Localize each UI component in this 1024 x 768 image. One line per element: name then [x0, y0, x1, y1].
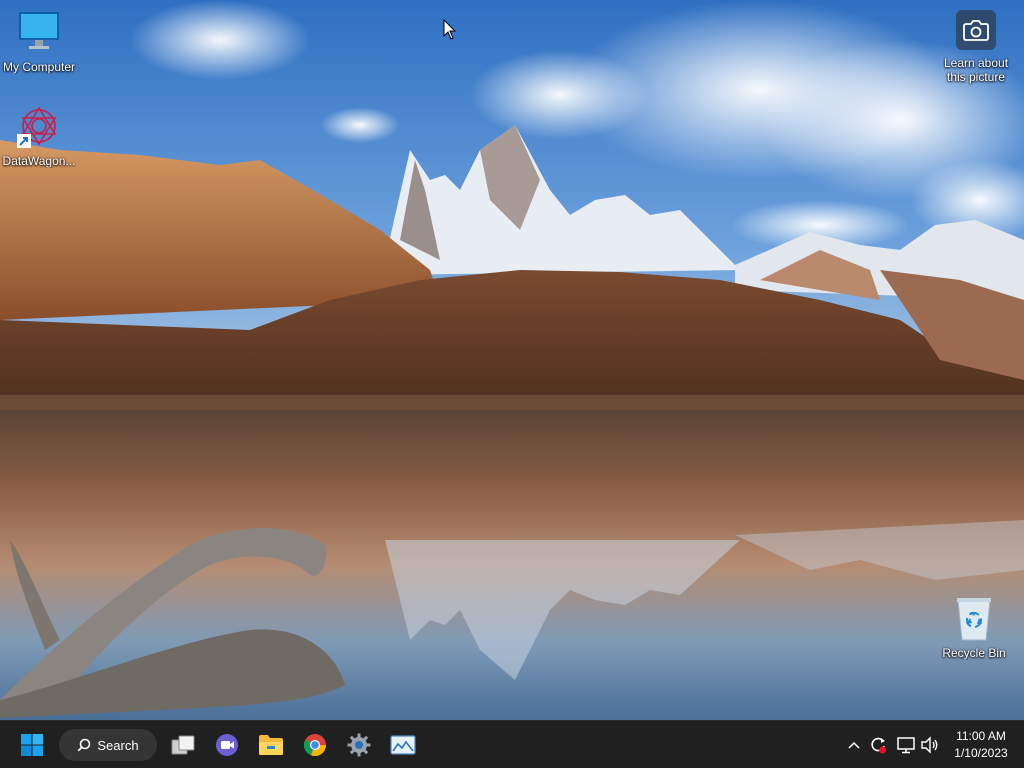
search-icon	[77, 738, 91, 752]
task-view-icon	[171, 735, 195, 755]
clock-date: 1/10/2023	[954, 746, 1008, 760]
desktop-wallpaper	[0, 0, 1024, 720]
desktop-icon-my-computer[interactable]: My Computer	[0, 10, 81, 74]
taskbar-app-photos[interactable]	[385, 727, 421, 763]
recycle-bin-icon	[950, 596, 998, 644]
show-hidden-icons-button[interactable]	[844, 735, 864, 755]
search-label: Search	[97, 737, 139, 753]
clock-time: 11:00 AM	[956, 729, 1006, 743]
monitor-icon	[15, 10, 63, 58]
datawagon-app-icon	[15, 104, 63, 152]
chrome-icon	[303, 734, 327, 757]
speaker-icon	[921, 736, 938, 754]
taskbar-search-button[interactable]: Search	[59, 729, 157, 761]
tray-network-button[interactable]	[896, 735, 916, 755]
image-viewer-icon	[390, 735, 416, 755]
gear-icon	[347, 733, 371, 757]
taskbar-app-meet[interactable]	[209, 727, 245, 763]
desktop-icon-label: Recycle Bin	[942, 646, 1006, 660]
taskbar: Search 11:00 AM 1/10/2023	[0, 720, 1024, 768]
network-icon	[897, 737, 915, 754]
taskbar-app-task-view[interactable]	[165, 727, 201, 763]
taskbar-app-file-explorer[interactable]	[253, 727, 289, 763]
taskbar-clock[interactable]: 11:00 AM 1/10/2023	[944, 728, 1018, 762]
desktop-icon-recycle-bin[interactable]: Recycle Bin	[932, 596, 1016, 660]
desktop-icon-datawagon[interactable]: DataWagon...	[0, 104, 81, 168]
folder-icon	[259, 735, 283, 755]
mouse-cursor-icon	[443, 19, 457, 40]
taskbar-app-chrome[interactable]	[297, 727, 333, 763]
tray-volume-button[interactable]	[920, 735, 940, 755]
windows-start-icon	[21, 734, 43, 756]
desktop-icon-label: My Computer	[2, 60, 76, 74]
sync-icon	[871, 737, 886, 754]
shortcut-arrow-icon	[17, 134, 31, 148]
spotlight-learn-about-picture[interactable]: Learn about this picture	[934, 10, 1018, 84]
video-chat-icon	[216, 734, 238, 756]
desktop[interactable]: My Computer DataWagon... Recycle Bin Lea…	[0, 0, 1024, 720]
chevron-up-icon	[848, 741, 860, 749]
desktop-icon-label: DataWagon...	[2, 154, 76, 168]
spotlight-line-1: Learn about	[943, 56, 1009, 70]
camera-icon	[956, 10, 996, 50]
spotlight-line-2: this picture	[946, 70, 1006, 84]
tray-sync-button[interactable]	[868, 735, 888, 755]
start-button[interactable]	[14, 727, 50, 763]
taskbar-app-settings[interactable]	[341, 727, 377, 763]
